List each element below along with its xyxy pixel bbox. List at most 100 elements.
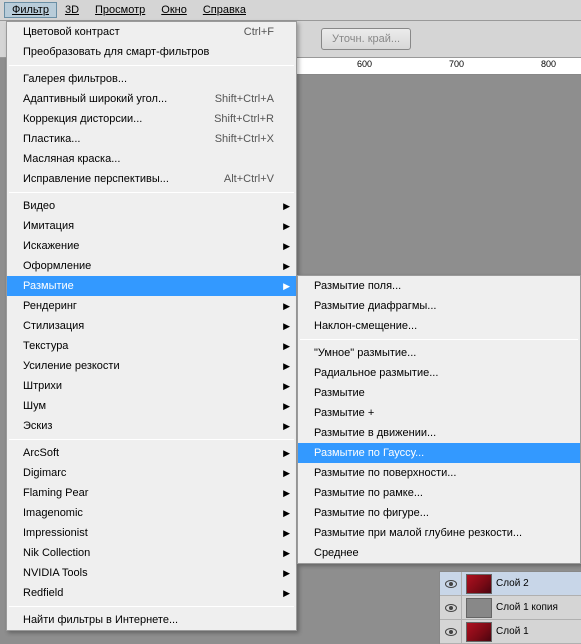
menu-item[interactable]: Эскиз▶ <box>7 416 296 436</box>
menu-shortcut: Ctrl+F <box>244 26 274 38</box>
submenu-arrow-icon: ▶ <box>283 468 290 479</box>
menu-item-label: Nik Collection <box>23 547 274 559</box>
menu-item-label: Усиление резкости <box>23 360 274 372</box>
menubar-item-help[interactable]: Справка <box>195 2 254 18</box>
menu-item[interactable]: Цветовой контрастCtrl+F <box>7 22 296 42</box>
menu-item[interactable]: Галерея фильтров... <box>7 69 296 89</box>
submenu-item[interactable]: Размытие диафрагмы... <box>298 296 580 316</box>
menu-item-label: Исправление перспективы... <box>23 173 224 185</box>
menu-shortcut: Shift+Ctrl+R <box>214 113 274 125</box>
submenu-item[interactable]: Размытие поля... <box>298 276 580 296</box>
menu-item[interactable]: Преобразовать для смарт-фильтров <box>7 42 296 62</box>
submenu-arrow-icon: ▶ <box>283 508 290 519</box>
eye-icon <box>445 628 457 636</box>
menu-item[interactable]: Имитация▶ <box>7 216 296 236</box>
menu-item[interactable]: Рендеринг▶ <box>7 296 296 316</box>
menu-item[interactable]: NVIDIA Tools ▶ <box>7 563 296 583</box>
submenu-item-label: Размытие диафрагмы... <box>314 300 558 312</box>
submenu-item[interactable]: Размытие в движении... <box>298 423 580 443</box>
layer-visibility-toggle[interactable] <box>440 572 462 595</box>
layer-row[interactable]: Слой 2 <box>440 572 581 596</box>
submenu-item[interactable]: Радиальное размытие... <box>298 363 580 383</box>
menu-item[interactable]: Impressionist▶ <box>7 523 296 543</box>
submenu-item-label: Размытие + <box>314 407 558 419</box>
filter-menu: Цветовой контрастCtrl+FПреобразовать для… <box>6 21 297 631</box>
submenu-item[interactable]: Наклон-смещение... <box>298 316 580 336</box>
menubar: Фильтр 3D Просмотр Окно Справка <box>0 0 581 21</box>
menu-item[interactable]: Flaming Pear▶ <box>7 483 296 503</box>
menu-item-label: Impressionist <box>23 527 274 539</box>
menu-shortcut: Shift+Ctrl+A <box>215 93 274 105</box>
submenu-item-label: Среднее <box>314 547 558 559</box>
menu-item[interactable]: Redfield▶ <box>7 583 296 603</box>
menu-item[interactable]: Стилизация ▶ <box>7 316 296 336</box>
layer-visibility-toggle[interactable] <box>440 596 462 619</box>
eye-icon <box>445 580 457 588</box>
menubar-item-filter[interactable]: Фильтр <box>4 2 57 18</box>
menu-item[interactable]: Nik Collection▶ <box>7 543 296 563</box>
menu-item[interactable]: Штрихи▶ <box>7 376 296 396</box>
ruler-tick: 600 <box>357 59 372 69</box>
submenu-item[interactable]: Среднее <box>298 543 580 563</box>
menu-item-label: Эскиз <box>23 420 274 432</box>
menu-item[interactable]: Усиление резкости ▶ <box>7 356 296 376</box>
layer-name: Слой 2 <box>496 578 529 589</box>
menu-item[interactable]: ArcSoft▶ <box>7 443 296 463</box>
menu-item-label: ArcSoft <box>23 447 274 459</box>
layer-row[interactable]: Слой 1 <box>440 620 581 644</box>
menu-item-label: Адаптивный широкий угол... <box>23 93 215 105</box>
submenu-item-label: Размытие в движении... <box>314 427 558 439</box>
submenu-item-label: Размытие <box>314 387 558 399</box>
submenu-arrow-icon: ▶ <box>283 361 290 372</box>
menu-item-label: Коррекция дисторсии... <box>23 113 214 125</box>
submenu-item[interactable]: "Умное" размытие... <box>298 343 580 363</box>
menu-item[interactable]: Искажение▶ <box>7 236 296 256</box>
menu-item[interactable]: Найти фильтры в Интернете... <box>7 610 296 630</box>
menu-item[interactable]: Текстура▶ <box>7 336 296 356</box>
layer-visibility-toggle[interactable] <box>440 620 462 643</box>
menu-item[interactable]: Адаптивный широкий угол...Shift+Ctrl+A <box>7 89 296 109</box>
menubar-item-3d[interactable]: 3D <box>57 2 87 18</box>
menu-item-label: Масляная краска... <box>23 153 274 165</box>
eye-icon <box>445 604 457 612</box>
submenu-arrow-icon: ▶ <box>283 321 290 332</box>
submenu-item[interactable]: Размытие по Гауссу... <box>298 443 580 463</box>
menu-item-label: Imagenomic <box>23 507 274 519</box>
menu-item-label: NVIDIA Tools <box>23 567 274 579</box>
ruler-tick: 800 <box>541 59 556 69</box>
submenu-arrow-icon: ▶ <box>283 401 290 412</box>
submenu-item-label: Размытие по Гауссу... <box>314 447 558 459</box>
submenu-item[interactable]: Размытие при малой глубине резкости... <box>298 523 580 543</box>
menu-item[interactable]: Шум ▶ <box>7 396 296 416</box>
refine-edge-button[interactable]: Уточн. край... <box>321 28 411 50</box>
menu-item[interactable]: Digimarc ▶ <box>7 463 296 483</box>
menu-item[interactable]: Пластика...Shift+Ctrl+X <box>7 129 296 149</box>
menu-item[interactable]: Исправление перспективы...Alt+Ctrl+V <box>7 169 296 189</box>
submenu-arrow-icon: ▶ <box>283 301 290 312</box>
menubar-item-window[interactable]: Окно <box>153 2 195 18</box>
menu-item[interactable]: Оформление▶ <box>7 256 296 276</box>
menu-item-label: Flaming Pear <box>23 487 274 499</box>
menu-item[interactable]: Размытие▶ <box>7 276 296 296</box>
menu-item-label: Digimarc <box>23 467 274 479</box>
layer-row[interactable]: Слой 1 копия <box>440 596 581 620</box>
submenu-item[interactable]: Размытие + <box>298 403 580 423</box>
menu-item[interactable]: Видео▶ <box>7 196 296 216</box>
submenu-arrow-icon: ▶ <box>283 221 290 232</box>
layer-thumbnail <box>466 574 492 594</box>
menu-item-label: Redfield <box>23 587 274 599</box>
submenu-item[interactable]: Размытие по рамке... <box>298 483 580 503</box>
submenu-item[interactable]: Размытие <box>298 383 580 403</box>
submenu-item-label: Размытие по фигуре... <box>314 507 558 519</box>
submenu-item[interactable]: Размытие по фигуре... <box>298 503 580 523</box>
menu-item-label: Шум <box>23 400 274 412</box>
submenu-arrow-icon: ▶ <box>283 568 290 579</box>
menu-item-label: Текстура <box>23 340 274 352</box>
menu-item-label: Размытие <box>23 280 274 292</box>
menu-item-label: Стилизация <box>23 320 274 332</box>
menu-item[interactable]: Коррекция дисторсии...Shift+Ctrl+R <box>7 109 296 129</box>
menu-item[interactable]: Масляная краска... <box>7 149 296 169</box>
menu-item[interactable]: Imagenomic ▶ <box>7 503 296 523</box>
submenu-item[interactable]: Размытие по поверхности... <box>298 463 580 483</box>
menubar-item-view[interactable]: Просмотр <box>87 2 153 18</box>
